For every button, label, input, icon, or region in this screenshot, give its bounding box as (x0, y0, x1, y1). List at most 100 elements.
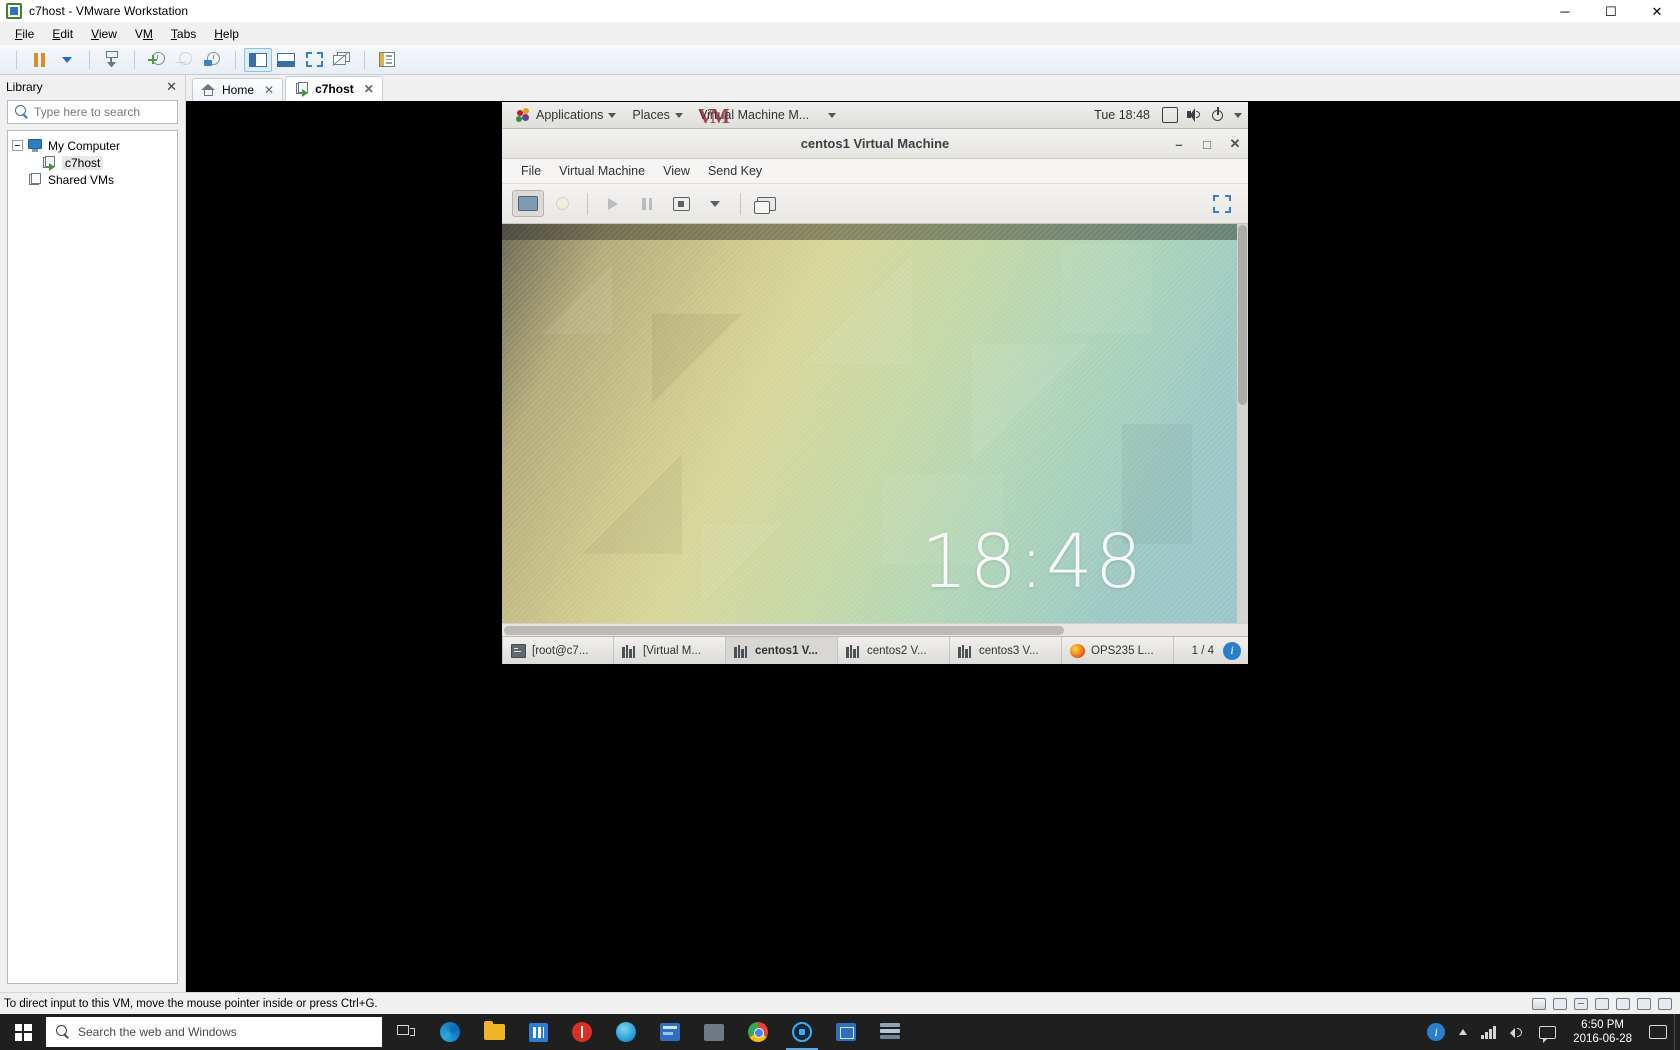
show-console-view-button[interactable] (373, 48, 401, 72)
vertical-scrollbar[interactable] (1237, 224, 1248, 623)
tree-item-my-computer[interactable]: My Computer (8, 137, 177, 154)
manage-snapshots-button[interactable] (98, 48, 126, 72)
taskbar-item-centos3[interactable]: centos3 V... (950, 637, 1062, 664)
volume-icon[interactable] (1186, 107, 1202, 123)
chevron-down-icon[interactable] (1234, 112, 1242, 118)
expander-icon[interactable] (12, 140, 23, 151)
shutdown-button[interactable] (665, 190, 697, 217)
display-icon[interactable] (1162, 107, 1178, 123)
workspace-indicator[interactable]: 1 / 4 (1183, 637, 1223, 664)
show-console-button[interactable] (512, 190, 544, 217)
task-view-button[interactable] (384, 1014, 428, 1050)
windows-search-box[interactable]: Search the web and Windows (46, 1017, 382, 1047)
info-icon: i (1427, 1023, 1446, 1041)
tab-close-icon[interactable]: ✕ (364, 82, 374, 96)
start-button[interactable] (0, 1014, 46, 1050)
scrollbar-thumb[interactable] (504, 626, 1064, 635)
cd-drive-icon[interactable] (1553, 997, 1567, 1010)
taskbar-gray-app[interactable] (692, 1014, 736, 1050)
taskbar-item-centos2[interactable]: centos2 V... (838, 637, 950, 664)
run-button[interactable] (597, 190, 629, 217)
tab-home[interactable]: Home ✕ (192, 78, 284, 101)
menu-edit[interactable]: Edit (43, 25, 82, 43)
taskbar-edge[interactable] (428, 1014, 472, 1050)
usb-icon[interactable] (1616, 997, 1630, 1010)
menu-virtual-machine[interactable]: Virtual Machine (550, 164, 654, 178)
maximize-button[interactable]: ☐ (1588, 0, 1634, 23)
menu-view[interactable]: View (654, 164, 699, 178)
menu-tabs[interactable]: Tabs (162, 25, 205, 43)
places-menu[interactable]: Places (624, 102, 691, 128)
taskbar-vmware-player[interactable] (824, 1014, 868, 1050)
taskbar-chrome[interactable] (736, 1014, 780, 1050)
wallpaper-shape (702, 524, 782, 604)
close-button[interactable]: ✕ (1634, 0, 1680, 23)
tray-info-button[interactable]: i (1420, 1014, 1452, 1050)
search-input[interactable] (34, 105, 189, 119)
info-icon[interactable]: i (1223, 641, 1241, 660)
hard-disk-icon[interactable] (1532, 997, 1546, 1010)
menu-vm[interactable]: VM (126, 25, 162, 43)
taskbar-blue-app[interactable] (648, 1014, 692, 1050)
tab-close-icon[interactable]: ✕ (264, 83, 274, 97)
menu-file[interactable]: File (512, 164, 550, 178)
close-button[interactable]: ✕ (1228, 136, 1242, 152)
maximize-button[interactable]: □ (1200, 137, 1214, 152)
power-icon[interactable] (1210, 107, 1226, 123)
network-icon[interactable] (1574, 997, 1588, 1010)
menu-view[interactable]: View (82, 25, 126, 43)
taskbar-vmware-workstation[interactable] (780, 1014, 824, 1050)
enter-fullscreen-button[interactable] (300, 48, 328, 72)
menu-send-key[interactable]: Send Key (699, 164, 771, 178)
horizontal-scrollbar[interactable] (502, 623, 1248, 636)
taskbar-teal-app[interactable] (604, 1014, 648, 1050)
snapshot-manager-button[interactable] (199, 48, 227, 72)
power-dropdown-button[interactable] (53, 48, 81, 72)
chat-icon (1539, 1025, 1557, 1043)
library-close-icon[interactable]: ✕ (164, 79, 179, 95)
taskbar-opera[interactable] (560, 1014, 604, 1050)
menu-help[interactable]: Help (205, 25, 248, 43)
unity-mode-button[interactable] (328, 48, 356, 72)
snapshots-button[interactable] (750, 190, 782, 217)
scrollbar-thumb[interactable] (1238, 225, 1247, 405)
show-library-button[interactable] (244, 47, 272, 72)
taskbar-stack-app[interactable] (868, 1014, 912, 1050)
vm-console-display[interactable]: Applications Places Virtual Machine M... (186, 101, 1680, 992)
centos-lock-screen[interactable]: 18:48 (502, 224, 1248, 623)
sound-icon[interactable] (1595, 997, 1609, 1010)
revert-snapshot-button[interactable] (171, 48, 199, 72)
taskbar-item-firefox[interactable]: OPS235 L... (1062, 637, 1174, 664)
suspend-button[interactable] (25, 48, 53, 72)
library-search[interactable] (7, 100, 197, 124)
fullscreen-button[interactable] (1206, 190, 1238, 217)
tray-volume-button[interactable] (1503, 1014, 1532, 1050)
taskbar-file-explorer[interactable] (472, 1014, 516, 1050)
minimize-button[interactable]: – (1172, 137, 1186, 152)
panel-clock[interactable]: Tue 18:48 (1086, 108, 1158, 122)
show-thumbnail-bar-button[interactable] (272, 48, 300, 72)
tray-chat-button[interactable] (1532, 1014, 1563, 1050)
action-center-button[interactable] (1642, 1014, 1674, 1050)
tray-clock[interactable]: 6:50 PM 2016-06-28 (1563, 1018, 1642, 1046)
taskbar-item-centos1[interactable]: centos1 V... (726, 637, 838, 664)
show-details-button[interactable] (546, 190, 578, 217)
minimize-button[interactable]: ─ (1542, 0, 1588, 23)
take-snapshot-button[interactable] (143, 48, 171, 72)
tree-item-shared-vms[interactable]: Shared VMs (8, 171, 177, 188)
shutdown-dropdown-button[interactable] (699, 190, 731, 217)
show-hidden-icons-button[interactable] (1452, 1014, 1474, 1050)
applications-menu[interactable]: Applications (508, 102, 624, 128)
pause-button[interactable] (631, 190, 663, 217)
menu-file[interactable]: FFileile (6, 25, 43, 43)
taskbar-item-virtual-machine-manager[interactable]: [Virtual M... (614, 637, 726, 664)
display-icon[interactable] (1658, 997, 1672, 1010)
chevron-up-icon (1459, 1029, 1468, 1035)
tab-c7host[interactable]: c7host ✕ (285, 76, 383, 101)
tray-network-button[interactable] (1474, 1014, 1503, 1050)
tree-item-c7host[interactable]: c7host (8, 154, 177, 171)
taskbar-item-terminal[interactable]: [root@c7... (502, 637, 614, 664)
printer-icon[interactable] (1637, 997, 1651, 1010)
show-desktop-button[interactable] (1674, 1014, 1680, 1050)
taskbar-store[interactable] (516, 1014, 560, 1050)
